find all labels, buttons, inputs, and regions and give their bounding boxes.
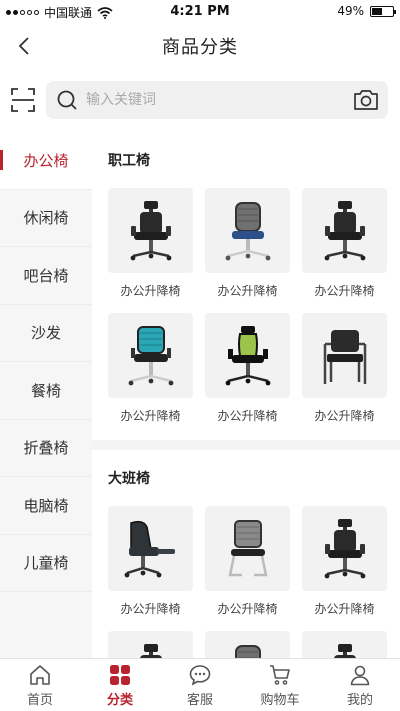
- search-box[interactable]: [46, 81, 388, 119]
- sidebar-item-bar-stool[interactable]: 吧台椅: [0, 247, 92, 305]
- product-image: [302, 631, 387, 658]
- product-image: [108, 188, 193, 273]
- product-card[interactable]: [302, 631, 387, 658]
- section-title: 大班椅: [108, 471, 150, 487]
- tab-label: 客服: [186, 692, 213, 708]
- product-card[interactable]: 办公升降椅: [108, 313, 193, 424]
- sidebar-item-label: 沙发: [30, 324, 61, 343]
- status-right: 49%: [337, 4, 396, 18]
- home-icon: [30, 664, 50, 685]
- product-image: [302, 506, 387, 591]
- bottom-tab-bar: 首页 分类 客服 购物车 我的: [0, 658, 400, 711]
- product-card[interactable]: 办公升降椅: [108, 506, 193, 617]
- product-image: [108, 313, 193, 398]
- cart-icon: [270, 664, 290, 685]
- back-button[interactable]: [8, 30, 40, 62]
- product-image: [108, 631, 193, 658]
- product-name: 办公升降椅: [217, 602, 278, 616]
- section-title: 职工椅: [108, 153, 150, 169]
- battery-icon: [370, 5, 396, 17]
- product-card[interactable]: 办公升降椅: [205, 188, 290, 299]
- product-card[interactable]: 办公升降椅: [205, 313, 290, 424]
- product-name: 办公升降椅: [314, 602, 375, 616]
- product-card[interactable]: 办公升降椅: [302, 188, 387, 299]
- sidebar-item-label: 儿童椅: [23, 554, 69, 573]
- product-card[interactable]: [205, 631, 290, 658]
- product-card[interactable]: [108, 631, 193, 658]
- product-image: [302, 313, 387, 398]
- tab-category[interactable]: 分类: [80, 659, 160, 711]
- scan-button[interactable]: [10, 87, 36, 113]
- product-card[interactable]: 办公升降椅: [302, 506, 387, 617]
- product-name: 办公升降椅: [314, 409, 375, 423]
- chat-icon: [189, 664, 211, 686]
- tab-label: 首页: [26, 692, 53, 708]
- sidebar-item-sofa[interactable]: 沙发: [0, 305, 92, 362]
- tab-label: 我的: [346, 692, 373, 708]
- product-image: [205, 506, 290, 591]
- product-name: 办公升降椅: [120, 409, 181, 423]
- camera-icon: [354, 90, 378, 110]
- tab-mine[interactable]: 我的: [320, 659, 400, 711]
- product-image: [205, 631, 290, 658]
- camera-button[interactable]: [352, 87, 380, 113]
- sidebar-item-label: 电脑椅: [23, 496, 69, 515]
- section-divider: [92, 440, 400, 450]
- product-image: [108, 506, 193, 591]
- product-grid: 办公升降椅 办公升降椅 办公升降椅 办公升降椅 办公升降椅 办公升降椅: [92, 188, 400, 438]
- sidebar-item-label: 吧台椅: [23, 266, 69, 285]
- sidebar-item-dining-chair[interactable]: 餐椅: [0, 362, 92, 420]
- battery-percent: 49%: [337, 4, 364, 18]
- product-image: [205, 313, 290, 398]
- product-card[interactable]: 办公升降椅: [205, 506, 290, 617]
- category-icon: [110, 664, 130, 685]
- tab-label: 购物车: [260, 692, 300, 708]
- tab-cart[interactable]: 购物车: [240, 659, 320, 711]
- sidebar-item-label: 休闲椅: [23, 209, 69, 228]
- sidebar-item-leisure-chair[interactable]: 休闲椅: [0, 190, 92, 247]
- category-sidebar: 办公椅 休闲椅 吧台椅 沙发 餐椅 折叠椅 电脑椅 儿童椅: [0, 132, 92, 658]
- sidebar-item-office-chair[interactable]: 办公椅: [0, 132, 92, 190]
- tab-label: 分类: [106, 692, 133, 708]
- product-content: 职工椅 办公升降椅 办公升降椅 办公升降椅 办公升降椅 办公升降椅 办公升降椅 …: [92, 132, 400, 658]
- user-icon: [350, 665, 370, 685]
- search-icon: [57, 90, 77, 110]
- product-name: 办公升降椅: [120, 284, 181, 298]
- product-name: 办公升降椅: [217, 284, 278, 298]
- product-name: 办公升降椅: [120, 602, 181, 616]
- product-grid: 办公升降椅 办公升降椅 办公升降椅: [92, 506, 400, 658]
- product-name: 办公升降椅: [314, 284, 375, 298]
- sidebar-item-folding-chair[interactable]: 折叠椅: [0, 420, 92, 477]
- product-name: 办公升降椅: [217, 409, 278, 423]
- tab-home[interactable]: 首页: [0, 659, 80, 711]
- product-image: [205, 188, 290, 273]
- sidebar-item-label: 折叠椅: [23, 439, 69, 458]
- scan-icon: [11, 88, 35, 112]
- page-title: 商品分类: [162, 37, 238, 58]
- sidebar-item-computer-chair[interactable]: 电脑椅: [0, 477, 92, 535]
- nav-bar: 商品分类: [0, 24, 400, 68]
- search-input[interactable]: [86, 92, 336, 108]
- tab-service[interactable]: 客服: [160, 659, 240, 711]
- sidebar-item-kids-chair[interactable]: 儿童椅: [0, 535, 92, 592]
- chevron-left-icon: [18, 37, 29, 55]
- sidebar-item-label: 餐椅: [30, 381, 61, 400]
- product-image: [302, 188, 387, 273]
- product-card[interactable]: 办公升降椅: [302, 313, 387, 424]
- product-card[interactable]: 办公升降椅: [108, 188, 193, 299]
- sidebar-item-label: 办公椅: [23, 151, 69, 170]
- status-bar: 中国联通 4:21 PM 49%: [0, 0, 400, 24]
- search-row: [0, 70, 400, 130]
